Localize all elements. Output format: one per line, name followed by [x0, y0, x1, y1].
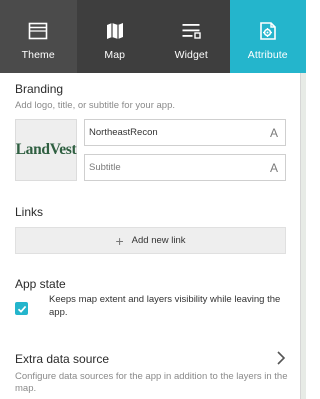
- title-input[interactable]: NortheastRecon: [89, 127, 263, 138]
- links-heading: Links: [15, 205, 44, 219]
- tab-widget[interactable]: Widget: [153, 0, 230, 73]
- keep-map-state-description: Keeps map extent and layers visibility w…: [49, 294, 281, 318]
- chevron-right-icon[interactable]: [275, 350, 287, 366]
- map-edge: [300, 73, 306, 399]
- tab-attribute[interactable]: Attribute: [229, 0, 306, 73]
- tab-map[interactable]: Map: [77, 0, 154, 73]
- title-font-button[interactable]: A: [263, 126, 285, 140]
- tab-bar: Theme Map Widget Attribute: [0, 0, 306, 73]
- attribute-icon: [259, 22, 276, 40]
- branding-heading: Branding: [15, 82, 64, 96]
- map-icon: [106, 23, 123, 39]
- theme-icon: [28, 22, 48, 40]
- subtitle-input[interactable]: Subtitle: [89, 162, 263, 173]
- logo-upload[interactable]: LandVest: [15, 119, 77, 181]
- add-new-link-label: Add new link: [131, 235, 186, 246]
- title-field[interactable]: NortheastRecon A: [84, 119, 286, 146]
- extra-data-source-heading[interactable]: Extra data source: [15, 352, 109, 366]
- checkmark-icon: [17, 305, 26, 313]
- plus-icon: +: [115, 232, 124, 249]
- keep-map-state-checkbox[interactable]: [15, 302, 28, 315]
- subtitle-field[interactable]: Subtitle A: [84, 154, 286, 181]
- attribute-panel: Branding Add logo, title, or subtitle fo…: [0, 73, 300, 399]
- subtitle-font-button[interactable]: A: [263, 161, 285, 175]
- tab-theme-label: Theme: [21, 49, 55, 61]
- widget-icon: [182, 24, 201, 39]
- add-new-link-button[interactable]: + Add new link: [15, 227, 286, 254]
- tab-theme[interactable]: Theme: [0, 0, 77, 73]
- tab-map-label: Map: [104, 49, 126, 61]
- tab-attribute-label: Attribute: [247, 49, 288, 61]
- logo-image: LandVest: [15, 141, 77, 158]
- extra-data-source-description: Configure data sources for the app in ad…: [15, 371, 288, 394]
- tab-widget-label: Widget: [174, 49, 208, 61]
- app-state-heading: App state: [15, 277, 66, 291]
- branding-description: Add logo, title, or subtitle for your ap…: [15, 100, 176, 111]
